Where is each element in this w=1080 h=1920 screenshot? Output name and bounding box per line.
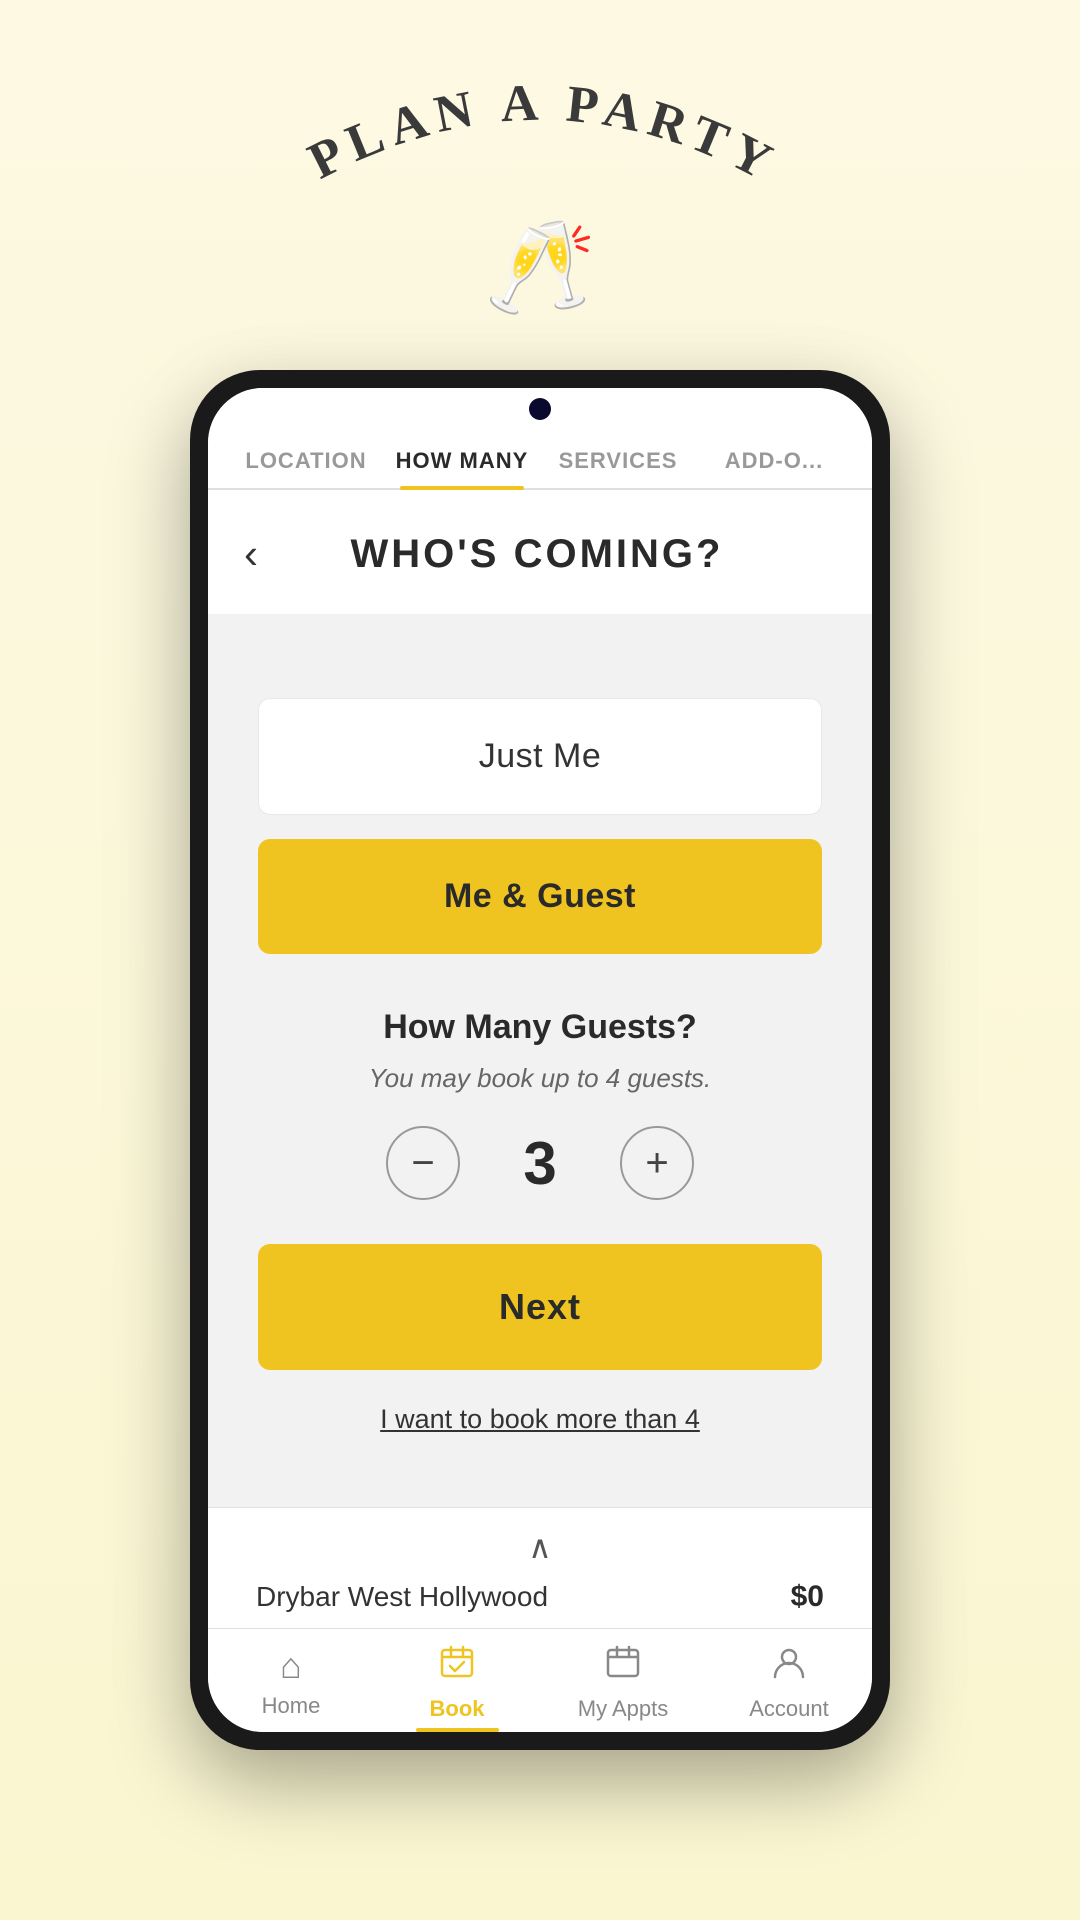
guests-subtitle: You may book up to 4 guests. <box>369 1063 712 1094</box>
counter-row: − 3 + <box>386 1126 694 1200</box>
nav-book[interactable]: Book <box>374 1645 540 1722</box>
spacer <box>258 654 822 674</box>
bottom-info-row: Drybar West Hollywood $0 <box>248 1580 832 1614</box>
book-icon <box>439 1645 475 1690</box>
increment-button[interactable]: + <box>620 1126 694 1200</box>
bottom-bar: ∧ Drybar West Hollywood $0 <box>208 1507 872 1628</box>
tab-location[interactable]: LOCATION <box>228 448 384 488</box>
nav-home-label: Home <box>262 1693 321 1719</box>
location-name: Drybar West Hollywood <box>256 1581 548 1613</box>
content-area: Just Me Me & Guest How Many Guests? You … <box>208 614 872 1485</box>
tab-services[interactable]: SERVICES <box>540 448 696 488</box>
more-than-4-link[interactable]: I want to book more than 4 <box>258 1394 822 1445</box>
phone-screen: LOCATION HOW MANY SERVICES ADD-O... ‹ WH… <box>208 388 872 1732</box>
page-title: WHO'S COMING? <box>278 532 796 577</box>
tab-how-many[interactable]: HOW MANY <box>384 448 540 488</box>
just-me-button[interactable]: Just Me <box>258 698 822 815</box>
champagne-glasses-icon: 🥂 <box>484 215 596 320</box>
decrement-button[interactable]: − <box>386 1126 460 1200</box>
guests-title: How Many Guests? <box>383 1008 697 1047</box>
account-icon <box>771 1645 807 1690</box>
price-display: $0 <box>791 1580 824 1614</box>
guests-section: How Many Guests? You may book up to 4 gu… <box>258 978 822 1210</box>
chevron-up-icon[interactable]: ∧ <box>248 1528 832 1566</box>
svg-text:PLAN A PARTY: PLAN A PARTY <box>300 80 788 194</box>
camera-notch <box>529 398 551 420</box>
nav-home[interactable]: ⌂ Home <box>208 1645 374 1722</box>
nav-account[interactable]: Account <box>706 1645 872 1722</box>
nav-my-appts[interactable]: My Appts <box>540 1645 706 1722</box>
home-icon: ⌂ <box>280 1645 302 1687</box>
nav-account-label: Account <box>749 1696 829 1722</box>
top-header: PLAN A PARTY 🥂 <box>280 0 800 320</box>
nav-book-label: Book <box>430 1696 485 1722</box>
flex-spacer <box>208 1485 872 1507</box>
my-appts-icon <box>605 1645 641 1690</box>
nav-my-appts-label: My Appts <box>578 1696 668 1722</box>
next-button[interactable]: Next <box>258 1244 822 1370</box>
back-button[interactable]: ‹ <box>244 530 258 578</box>
phone-frame: LOCATION HOW MANY SERVICES ADD-O... ‹ WH… <box>190 370 890 1750</box>
plan-a-party-arch: PLAN A PARTY <box>280 80 800 205</box>
nav-bar: ⌂ Home Book <box>208 1628 872 1732</box>
guest-count: 3 <box>510 1129 570 1198</box>
page-header: ‹ WHO'S COMING? <box>208 490 872 614</box>
me-and-guest-button[interactable]: Me & Guest <box>258 839 822 954</box>
tab-add-ons[interactable]: ADD-O... <box>696 448 852 488</box>
